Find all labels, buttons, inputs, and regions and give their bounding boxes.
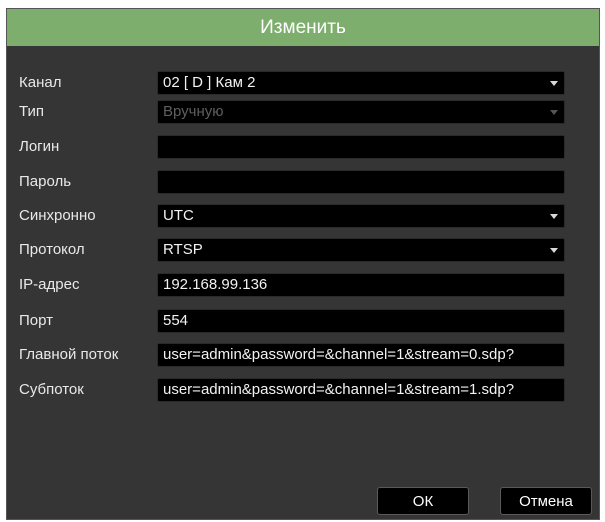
ip-value: 192.168.99.136: [163, 276, 268, 293]
mainstream-input[interactable]: user=admin&password=&channel=1&stream=0.…: [157, 343, 565, 367]
type-label: Тип: [19, 103, 45, 120]
port-input[interactable]: 554: [157, 309, 565, 333]
ok-button[interactable]: ОК: [377, 487, 469, 515]
type-value: Вручную: [163, 103, 224, 120]
substream-value: user=admin&password=&channel=1&stream=1.…: [163, 381, 515, 398]
cancel-button[interactable]: Отмена: [500, 487, 592, 515]
mainstream-label: Главной поток: [19, 346, 119, 363]
substream-label: Субпоток: [19, 381, 84, 398]
sync-label: Синхронно: [19, 207, 96, 224]
sync-value: UTC: [163, 207, 194, 224]
login-input[interactable]: [157, 135, 565, 159]
chevron-down-icon: [550, 110, 558, 115]
channel-select[interactable]: 02 [ D ] Кам 2: [157, 71, 565, 95]
protocol-select[interactable]: RTSP: [157, 238, 565, 262]
channel-value: 02 [ D ] Кам 2: [163, 74, 256, 91]
chevron-down-icon: [550, 81, 558, 86]
mainstream-value: user=admin&password=&channel=1&stream=0.…: [163, 346, 515, 363]
password-label: Пароль: [19, 173, 72, 190]
dialog-title: Изменить: [7, 9, 599, 46]
substream-input[interactable]: user=admin&password=&channel=1&stream=1.…: [157, 378, 565, 402]
protocol-value: RTSP: [163, 241, 203, 258]
password-input[interactable]: [157, 170, 565, 194]
channel-label: Канал: [19, 74, 62, 91]
type-select: Вручную: [157, 100, 565, 124]
edit-dialog: Изменить Канал 02 [ D ] Кам 2 Тип Вручну…: [6, 8, 600, 520]
protocol-label: Протокол: [19, 241, 85, 258]
login-label: Логин: [19, 138, 60, 155]
port-value: 554: [163, 312, 189, 329]
ip-label: IP-адрес: [19, 276, 80, 293]
ip-input[interactable]: 192.168.99.136: [157, 273, 565, 297]
chevron-down-icon: [550, 248, 558, 253]
port-label: Порт: [19, 312, 54, 329]
chevron-down-icon: [550, 214, 558, 219]
sync-select[interactable]: UTC: [157, 204, 565, 228]
